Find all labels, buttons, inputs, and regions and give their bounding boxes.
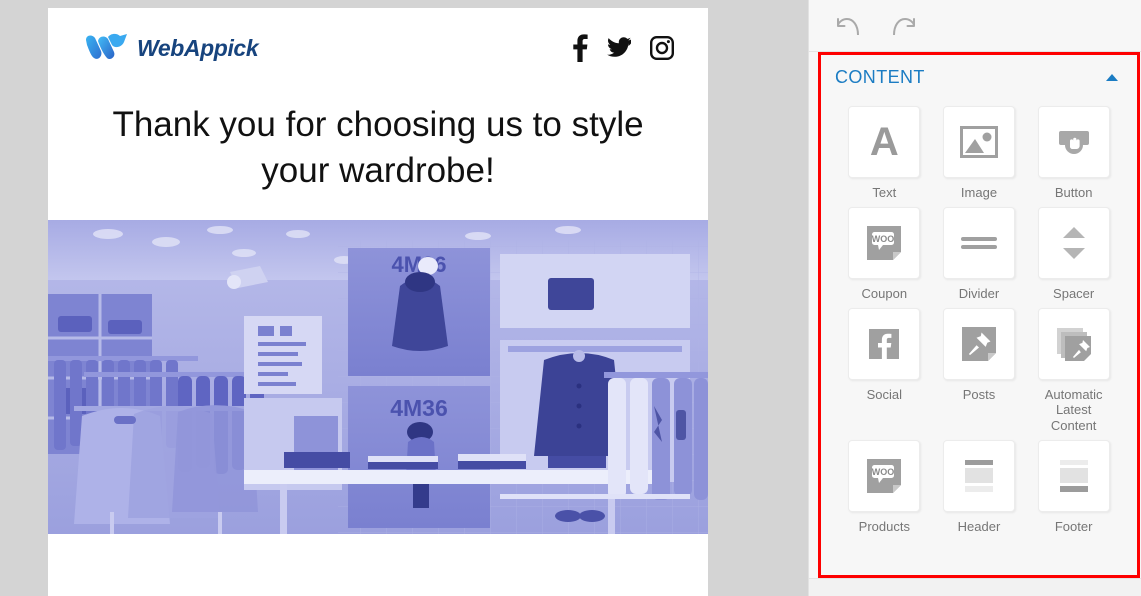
content-section-header[interactable]: CONTENT bbox=[821, 55, 1137, 100]
undo-button[interactable] bbox=[831, 11, 865, 41]
tile-label: Social bbox=[866, 386, 903, 402]
social-icon-row[interactable] bbox=[573, 34, 674, 62]
tile-label: Button bbox=[1054, 185, 1093, 200]
facebook-square-icon bbox=[848, 307, 921, 380]
tile-label: Text bbox=[872, 185, 897, 200]
block-tile-divider[interactable]: Divider bbox=[932, 201, 1027, 302]
block-tile-text[interactable]: A Text bbox=[837, 100, 932, 201]
content-section-panel: CONTENT A Text Image Button WOO Coupon D… bbox=[818, 52, 1140, 578]
webappick-logo-icon bbox=[84, 31, 130, 65]
header-block-icon bbox=[942, 439, 1015, 512]
tile-label: Automatic Latest Content bbox=[1044, 386, 1103, 433]
block-tile-coupon[interactable]: WOO Coupon bbox=[837, 201, 932, 302]
brand-name: WebAppick bbox=[137, 34, 259, 61]
chevron-up-icon[interactable] bbox=[1106, 74, 1118, 81]
panel-footer-strip bbox=[809, 578, 1141, 596]
tile-label: Image bbox=[960, 185, 998, 200]
editor-toolbar bbox=[809, 0, 1141, 52]
block-tile-header[interactable]: Header bbox=[932, 434, 1027, 535]
block-tile-posts[interactable]: Posts bbox=[932, 302, 1027, 434]
block-tile-footer[interactable]: Footer bbox=[1026, 434, 1121, 535]
tile-label: Spacer bbox=[1053, 285, 1095, 301]
spacer-arrows-icon bbox=[1037, 206, 1110, 279]
svg-text:4M36: 4M36 bbox=[390, 395, 448, 421]
text-letter-a-icon: A bbox=[848, 106, 921, 178]
redo-button[interactable] bbox=[887, 11, 921, 41]
block-tile-spacer[interactable]: Spacer bbox=[1026, 201, 1121, 302]
tile-label: Footer bbox=[1054, 518, 1093, 534]
facebook-icon[interactable] bbox=[573, 34, 588, 62]
instagram-icon[interactable] bbox=[650, 36, 674, 60]
email-headline[interactable]: Thank you for choosing us to style your … bbox=[48, 88, 708, 220]
block-tile-button[interactable]: Button bbox=[1026, 100, 1121, 201]
block-tile-products[interactable]: WOO Products bbox=[837, 434, 932, 535]
tile-label: Coupon bbox=[861, 285, 908, 301]
email-preview-canvas[interactable]: WebAppick Thank you for choosing us to s… bbox=[0, 0, 808, 596]
content-block-grid: A Text Image Button WOO Coupon Divider S… bbox=[821, 100, 1137, 534]
svg-text:WOO: WOO bbox=[872, 234, 895, 244]
footer-block-icon bbox=[1037, 439, 1110, 512]
svg-text:WOO: WOO bbox=[872, 467, 895, 477]
email-hero-photo[interactable]: 4M36 4M36 bbox=[48, 220, 708, 535]
tile-label: Posts bbox=[962, 386, 996, 402]
block-tile-automatic-latest-content[interactable]: Automatic Latest Content bbox=[1026, 302, 1121, 434]
tile-label: Header bbox=[957, 518, 1001, 534]
stacked-pins-icon bbox=[1037, 307, 1110, 380]
pin-post-icon bbox=[942, 307, 1015, 380]
image-placeholder-icon bbox=[942, 106, 1015, 178]
divider-lines-icon bbox=[942, 206, 1015, 279]
tile-label: Divider bbox=[958, 285, 1000, 301]
email-header-row[interactable]: WebAppick bbox=[48, 8, 708, 88]
twitter-icon[interactable] bbox=[607, 37, 631, 59]
block-tile-social[interactable]: Social bbox=[837, 302, 932, 434]
woo-products-icon: WOO bbox=[848, 439, 921, 512]
editor-side-panel: CONTENT A Text Image Button WOO Coupon D… bbox=[808, 0, 1141, 596]
woo-coupon-icon: WOO bbox=[848, 206, 921, 279]
button-cursor-icon bbox=[1037, 106, 1110, 178]
brand-logo[interactable]: WebAppick bbox=[84, 31, 259, 65]
block-tile-image[interactable]: Image bbox=[932, 100, 1027, 201]
section-title: CONTENT bbox=[835, 67, 925, 87]
email-template-card[interactable]: WebAppick Thank you for choosing us to s… bbox=[48, 8, 708, 596]
tile-label: Products bbox=[858, 518, 910, 534]
email-builder-screen: WebAppick Thank you for choosing us to s… bbox=[0, 0, 1141, 596]
